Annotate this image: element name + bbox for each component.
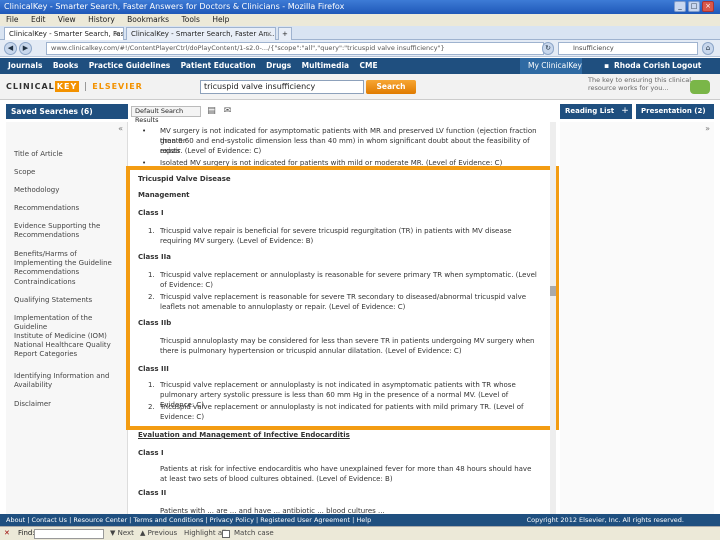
menu-view[interactable]: View <box>58 15 76 24</box>
content-scrollbar[interactable] <box>550 122 556 514</box>
scrollbar-thumb[interactable] <box>550 286 556 296</box>
find-next-label: Next <box>117 529 134 537</box>
menu-help[interactable]: Help <box>212 15 229 24</box>
toc-item[interactable]: Methodology <box>14 186 122 195</box>
highlight-box <box>126 166 559 430</box>
search-query: tricuspid valve insufficiency <box>204 82 316 91</box>
logo-key: KEY <box>54 81 80 92</box>
browser-tab-label: ClinicalKey - Smarter Search, Faster An.… <box>9 30 124 38</box>
clinicalkey-logo[interactable]: CLINICAL KEY ELSEVIER <box>6 81 143 92</box>
class-heading: Class I <box>138 449 164 457</box>
table-of-contents: « Title of Article Scope Methodology Rec… <box>6 122 128 514</box>
class-heading: Class II <box>138 489 167 497</box>
toc-item[interactable]: Qualifying Statements <box>14 296 122 305</box>
window-titlebar: ClinicalKey - Smarter Search, Faster Ans… <box>0 0 720 14</box>
nav-drugs[interactable]: Drugs <box>266 61 291 70</box>
toc-item[interactable]: Implementation of the Guideline <box>14 314 122 332</box>
site-footer: About | Contact Us | Resource Center | T… <box>0 514 720 526</box>
menu-history[interactable]: History <box>88 15 115 24</box>
match-case-checkbox[interactable] <box>222 530 230 538</box>
email-icon[interactable]: ✉ <box>222 106 233 116</box>
nav-patient-education[interactable]: Patient Education <box>181 61 256 70</box>
copyright: Copyright 2012 Elsevier, Inc. All rights… <box>526 516 684 524</box>
find-previous-label: Previous <box>147 529 178 537</box>
window-title: ClinicalKey - Smarter Search, Faster Ans… <box>4 2 345 11</box>
my-clinicalkey-label: My ClinicalKey <box>528 61 582 70</box>
content-text: exists. (Level of Evidence: C) <box>160 147 262 155</box>
nav-cme[interactable]: CME <box>359 61 377 70</box>
browser-tab-1[interactable]: ClinicalKey - Smarter Search, Faster An.… <box>4 27 124 40</box>
menu-bookmarks[interactable]: Bookmarks <box>127 15 169 24</box>
toc-item[interactable]: Identifying Information and Availability <box>14 372 122 390</box>
user-name[interactable]: Rhoda Corish <box>614 58 670 74</box>
close-tab-icon[interactable]: × <box>266 28 272 40</box>
toc-item[interactable]: Scope <box>14 168 122 177</box>
presentation-button[interactable]: Presentation (2) <box>636 104 714 119</box>
toc-item[interactable]: Evidence Supporting the Recommendations <box>14 222 122 240</box>
find-bar: ✕ Find: ▼ Next ▲ Previous Highlight all … <box>0 526 720 540</box>
recommendation-text: Patients with ... are ... and have ... a… <box>160 507 385 514</box>
elsevier-logo: ELSEVIER <box>85 82 143 91</box>
site-header: CLINICAL KEY ELSEVIER tricuspid valve insu… <box>0 74 720 100</box>
logout-link[interactable]: Logout <box>672 58 701 74</box>
find-next-button[interactable]: ▼ Next <box>110 527 134 540</box>
my-clinicalkey-tab[interactable]: My ClinicalKey <box>520 58 582 74</box>
find-label: Find: <box>18 529 35 537</box>
close-tab-icon[interactable]: × <box>114 28 120 40</box>
recommendation-text: Patients at risk for infective endocardi… <box>160 465 532 483</box>
minimize-icon[interactable]: _ <box>674 1 686 12</box>
find-previous-button[interactable]: ▲ Previous <box>140 527 177 540</box>
user-icon: ▪ <box>604 61 610 70</box>
browser-search-field[interactable]: Insufficiency <box>558 42 698 55</box>
right-panel: » <box>560 122 714 514</box>
nav-books[interactable]: Books <box>53 61 78 70</box>
section-heading-link[interactable]: Evaluation and Management of Infective E… <box>138 430 350 440</box>
menu-tools[interactable]: Tools <box>181 15 199 24</box>
content-toolbar: Saved Searches (6) Default Search Result… <box>0 104 720 130</box>
find-input[interactable] <box>34 529 104 539</box>
menu-bar: File Edit View History Bookmarks Tools H… <box>0 14 720 26</box>
maximize-icon[interactable]: □ <box>688 1 700 12</box>
nav-journals[interactable]: Journals <box>8 61 42 70</box>
default-search-results-button[interactable]: Default Search Results <box>131 106 201 124</box>
search-button[interactable]: Search <box>366 80 416 94</box>
menu-edit[interactable]: Edit <box>31 15 46 24</box>
logo-clinical: CLINICAL <box>6 82 55 91</box>
nav-multimedia[interactable]: Multimedia <box>302 61 349 70</box>
match-case-label: Match case <box>234 529 274 537</box>
home-icon[interactable]: ⌂ <box>702 42 714 55</box>
new-tab-button[interactable]: + <box>278 27 292 40</box>
add-to-reading-list-icon[interactable]: + <box>620 106 630 116</box>
footer-links[interactable]: About | Contact Us | Resource Center | T… <box>6 516 371 524</box>
saved-searches-button[interactable]: Saved Searches (6) <box>6 104 128 119</box>
search-input[interactable]: tricuspid valve insufficiency <box>200 80 364 94</box>
browser-tab-2[interactable]: ClinicalKey - Smarter Search, Faster An.… <box>126 27 276 40</box>
url-field[interactable]: www.clinicalkey.com/#!/ContentPlayerCtrl… <box>46 42 544 55</box>
toc-item[interactable]: Disclaimer <box>14 400 122 409</box>
feedback-bubble-icon[interactable] <box>690 80 710 94</box>
collapse-toc-icon[interactable]: « <box>118 124 123 133</box>
highlight-all-button[interactable]: Highlight all <box>184 527 226 540</box>
toc-item[interactable]: Benefits/Harms of Implementing the Guide… <box>14 250 122 277</box>
print-icon[interactable]: ▤ <box>206 106 217 116</box>
browser-tab-label: ClinicalKey - Smarter Search, Faster An.… <box>131 30 275 38</box>
close-icon[interactable]: × <box>702 1 714 12</box>
forward-icon[interactable]: ▶ <box>19 42 32 55</box>
browser-search-value: Insufficiency <box>573 44 614 52</box>
toc-item[interactable]: Title of Article <box>14 150 122 159</box>
reload-icon[interactable]: ↻ <box>542 42 554 55</box>
menu-file[interactable]: File <box>6 15 19 24</box>
toc-item[interactable]: Contraindications <box>14 278 122 287</box>
toc-item[interactable]: Institute of Medicine (IOM) National Hea… <box>14 332 122 359</box>
nav-bar: ◀ ▶ www.clinicalkey.com/#!/ContentPlayer… <box>0 40 720 57</box>
expand-panel-icon[interactable]: » <box>705 124 710 133</box>
nav-practice-guidelines[interactable]: Practice Guidelines <box>89 61 171 70</box>
tab-bar: ClinicalKey - Smarter Search, Faster An.… <box>0 26 720 40</box>
site-nav: Journals Books Practice Guidelines Patie… <box>0 58 720 74</box>
toc-item[interactable]: Recommendations <box>14 204 122 213</box>
back-icon[interactable]: ◀ <box>4 42 17 55</box>
close-find-icon[interactable]: ✕ <box>4 527 10 540</box>
